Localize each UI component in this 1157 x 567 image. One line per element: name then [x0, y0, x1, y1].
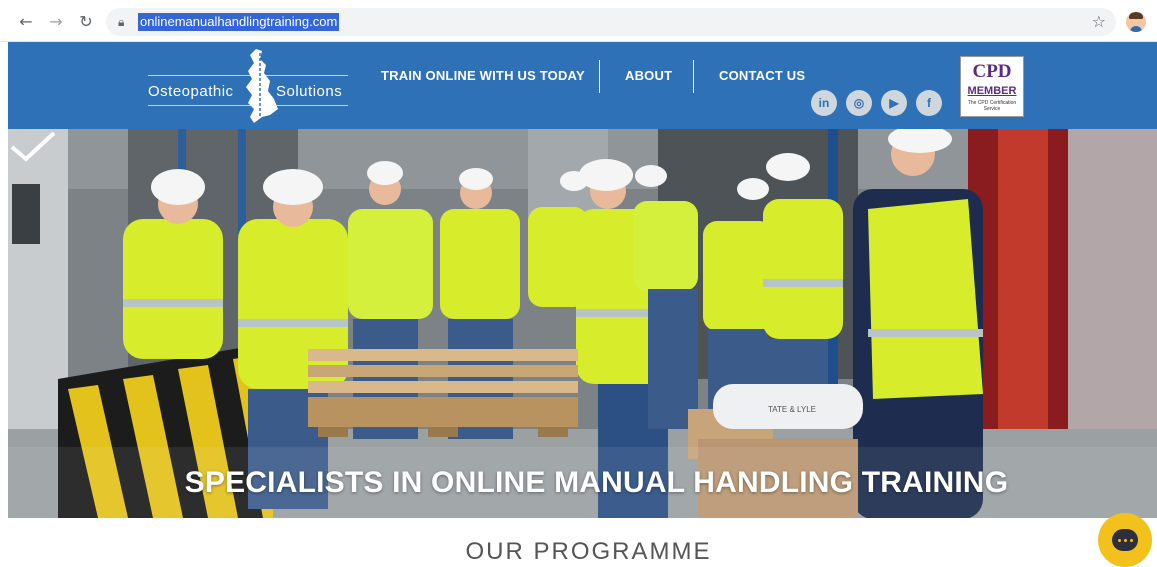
hero-title: SPECIALISTS IN ONLINE MANUAL HANDLING TR… [184, 466, 1009, 499]
menu-divider [693, 60, 694, 93]
lock-icon[interactable]: 🔒︎ [118, 15, 124, 30]
site-logo[interactable]: Osteopathic Solutions [148, 47, 348, 125]
site-header: Osteopathic Solutions TRAIN ONLINE WITH … [8, 42, 1157, 129]
bookmark-star-icon[interactable]: ☆ [1092, 12, 1106, 31]
menu-divider [599, 60, 600, 93]
cpd-badge-subtitle: The CPD Certification Service [967, 100, 1017, 112]
browser-toolbar: ← → ↻ 🔒︎ onlinemanualhandlingtraining.co… [0, 0, 1157, 42]
chat-widget-button[interactable] [1098, 513, 1152, 567]
instagram-icon[interactable]: ◎ [846, 90, 872, 116]
forward-arrow-icon[interactable]: → [46, 11, 66, 31]
logo-word-left: Osteopathic [148, 83, 234, 100]
address-bar[interactable]: 🔒︎ onlinemanualhandlingtraining.com ☆ [106, 8, 1116, 36]
cpd-member-badge[interactable]: CPD MEMBER The CPD Certification Service [960, 56, 1024, 117]
url-text[interactable]: onlinemanualhandlingtraining.com [138, 13, 340, 31]
chat-bubble-icon [1112, 529, 1138, 551]
section-title: OUR PROGRAMME [465, 538, 712, 565]
cpd-badge-member: MEMBER [967, 85, 1017, 97]
youtube-icon[interactable]: ▶ [881, 90, 907, 116]
logo-word-right: Solutions [276, 83, 343, 100]
sack-label: TATE & LYLE [768, 405, 816, 414]
facebook-icon[interactable]: f [916, 90, 942, 116]
checkmark-icon [10, 131, 56, 162]
linkedin-icon[interactable]: in [811, 90, 837, 116]
menu-train-online[interactable]: TRAIN ONLINE WITH US TODAY [381, 68, 585, 83]
hero-photo: TATE & LYLE [8, 129, 1157, 518]
cpd-badge-title: CPD [972, 61, 1012, 82]
back-arrow-icon[interactable]: ← [16, 11, 36, 31]
profile-avatar[interactable] [1126, 12, 1146, 32]
hero-banner: TATE & LYLE SPECIALISTS IN ONLINE MANUAL… [8, 129, 1157, 518]
reload-icon[interactable]: ↻ [76, 11, 96, 31]
menu-about[interactable]: ABOUT [625, 68, 672, 83]
uk-map-spine-icon [246, 49, 278, 123]
menu-contact-us[interactable]: CONTACT US [719, 68, 805, 83]
